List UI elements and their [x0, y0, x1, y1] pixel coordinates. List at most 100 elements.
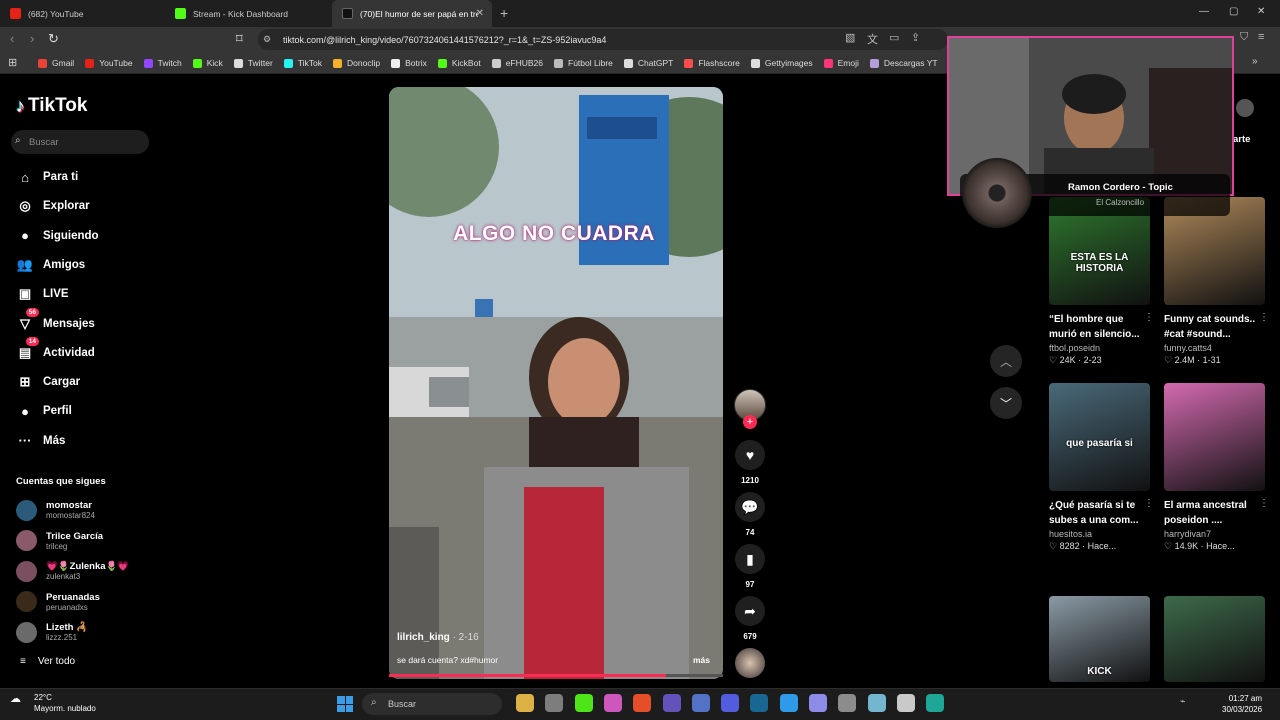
bookmark-icon[interactable]: ▮ — [735, 544, 765, 574]
card-author[interactable]: funny.catts4 — [1164, 343, 1265, 353]
following-account[interactable]: Trilce García trilceg — [16, 528, 103, 554]
video-thumbnail[interactable]: KICK — [1049, 596, 1150, 682]
media-icon[interactable] — [662, 694, 681, 712]
restore-icon[interactable]: ▢ — [1229, 6, 1238, 17]
video-card[interactable] — [1164, 596, 1265, 682]
video-card[interactable]: El arma ancestral poseidon .... harrydiva… — [1164, 383, 1269, 552]
weather-widget[interactable]: ☁ 22°C Mayorm. nublado — [10, 692, 96, 714]
bookmark-page-icon[interactable]: ⌑ — [236, 31, 243, 47]
video-player[interactable] — [389, 87, 723, 679]
following-account[interactable]: momostar momostar824 — [16, 497, 95, 523]
calculator-icon[interactable] — [691, 694, 710, 712]
player-icon[interactable] — [896, 694, 915, 712]
tab-youtube[interactable]: (682) YouTube — [0, 0, 165, 27]
new-tab-button[interactable]: + — [500, 5, 508, 21]
next-video-icon[interactable]: ﹀ — [990, 387, 1022, 419]
following-account[interactable]: Peruanadas peruanadxs — [16, 589, 100, 615]
more-bookmarks-icon[interactable]: » — [1252, 56, 1258, 67]
sidebar-item-cargar[interactable]: ⊞ Cargar — [16, 372, 81, 392]
comment-action[interactable]: 💬 74 — [735, 492, 765, 537]
video-progress-bar[interactable] — [389, 674, 723, 677]
sidebar-item-perfil[interactable]: ● Perfil — [16, 401, 72, 421]
apps-grid-icon[interactable]: ⊞ — [8, 56, 17, 69]
bookmark-item[interactable]: YouTube — [85, 58, 133, 68]
back-icon[interactable]: ‹ — [10, 31, 14, 46]
like-action[interactable]: ♥ 1210 — [735, 440, 765, 485]
card-title[interactable]: “El hombre que murió en silencio... — [1049, 312, 1150, 342]
bookmark-item[interactable]: Emoji — [823, 58, 859, 68]
bookmark-item[interactable]: Descargas YT — [869, 58, 938, 68]
minimize-icon[interactable]: — — [1199, 6, 1209, 17]
brave-icon[interactable] — [633, 694, 652, 712]
bookmark-item[interactable]: Twitter — [233, 58, 273, 68]
card-author[interactable]: ftbol.poseidn — [1049, 343, 1150, 353]
card-author[interactable]: huesitos.ia — [1049, 529, 1150, 539]
tiktok-logo[interactable]: ♪ TikTok — [16, 95, 87, 117]
following-account[interactable]: 💗🌷Zulenka🌷💗 zulenkat3 — [16, 558, 129, 584]
sidebar-item-explorar[interactable]: ◎ Explorar — [16, 196, 89, 216]
bookmark-item[interactable]: eFHUB26 — [491, 58, 543, 68]
reader-icon[interactable]: ▧ — [845, 31, 855, 44]
edge-icon[interactable] — [926, 694, 945, 712]
video-card[interactable]: Funny cat sounds.. #cat #sound... funny.c… — [1164, 197, 1269, 366]
chrome-like-icon[interactable] — [545, 694, 564, 712]
translate-icon[interactable]: 文 — [867, 31, 878, 47]
site-info-icon[interactable]: ⚙ — [263, 34, 271, 45]
video-card[interactable]: que pasaría si ¿Qué pasaría si te subes a… — [1049, 383, 1154, 552]
card-author[interactable]: harrydivan7 — [1164, 529, 1265, 539]
bookmark-item[interactable]: Twitch — [143, 58, 182, 68]
card-more-icon[interactable]: ⋮ — [1259, 498, 1269, 509]
bookmark-item[interactable]: Botrix — [391, 58, 427, 68]
share-icon[interactable]: ⇪ — [911, 31, 920, 44]
sidebar-item-mensajes[interactable]: ▽ 56 Mensajes — [16, 307, 95, 334]
user-avatar[interactable] — [1236, 99, 1254, 117]
sidebar-item-live[interactable]: ▣ LIVE — [16, 284, 69, 304]
close-tab-icon[interactable]: ✕ — [476, 8, 484, 19]
share-arrow-icon[interactable]: ➦ — [735, 596, 765, 626]
video-thumbnail[interactable]: que pasaría si — [1049, 383, 1150, 491]
bookmark-item[interactable]: KickBot — [437, 58, 481, 68]
bookmark-item[interactable]: Gettyimages — [750, 58, 813, 68]
taskbar-search[interactable]: ⌕ Buscar — [362, 693, 502, 715]
menu-icon[interactable]: ≡ — [1258, 31, 1264, 43]
bookmark-item[interactable]: ChatGPT — [623, 58, 673, 68]
more-link[interactable]: más — [693, 655, 710, 665]
start-icon[interactable] — [337, 696, 353, 712]
card-more-icon[interactable]: ⋮ — [1144, 498, 1154, 509]
steam-icon[interactable] — [750, 694, 769, 712]
card-more-icon[interactable]: ⋮ — [1144, 312, 1154, 323]
bookmark-item[interactable]: Flashscore — [684, 58, 740, 68]
heart-icon[interactable]: ♥ — [735, 440, 765, 470]
card-title[interactable]: El arma ancestral poseidon .... — [1164, 498, 1265, 528]
sidebar-item-amigos[interactable]: 👥 Amigos — [16, 255, 85, 275]
video-thumbnail[interactable] — [1164, 383, 1265, 491]
video-card[interactable]: ESTA ES LA HISTORIA “El hombre que murió … — [1049, 197, 1154, 366]
bookmark-item[interactable]: TikTok — [283, 58, 322, 68]
sidebar-item-actividad[interactable]: ▤ 14 Actividad — [16, 336, 95, 363]
photoshop-icon[interactable] — [779, 694, 798, 712]
card-title[interactable]: ¿Qué pasaría si te subes a una com... — [1049, 498, 1150, 528]
reload-icon[interactable]: ↻ — [48, 31, 59, 47]
app-icon[interactable] — [603, 694, 622, 712]
video-thumbnail[interactable] — [1164, 596, 1265, 682]
search-input[interactable]: ⌕ Buscar — [11, 130, 149, 154]
following-account[interactable]: Lizeth 🦂 lizzz.251 — [16, 619, 88, 645]
forward-icon[interactable]: › — [30, 31, 34, 46]
bookmark-item[interactable]: Gmail — [38, 58, 74, 68]
close-window-icon[interactable]: ✕ — [1257, 6, 1265, 17]
save-action[interactable]: ▮ 97 — [735, 544, 765, 589]
tab-kick-dashboard[interactable]: Stream - Kick Dashboard — [165, 0, 330, 27]
tab-tiktok-active[interactable]: (70)El humor de ser papá en tre ✕ — [332, 0, 492, 27]
card-more-icon[interactable]: ⋮ — [1259, 312, 1269, 323]
notepad-icon[interactable] — [867, 694, 886, 712]
clock[interactable]: 01:27 am 30/03/2026 — [1222, 693, 1262, 715]
comment-icon[interactable]: 💬 — [735, 492, 765, 522]
video-card[interactable]: KICK — [1049, 596, 1150, 682]
bookmark-item[interactable]: Kick — [192, 58, 223, 68]
bookmark-item[interactable]: Fútbol Libre — [554, 58, 613, 68]
settings-icon[interactable] — [838, 694, 857, 712]
shield-icon[interactable]: ⛉ — [1240, 31, 1248, 44]
video-author[interactable]: lilrich_king · 2-16 — [397, 632, 479, 643]
card-title[interactable]: Funny cat sounds.. #cat #sound... — [1164, 312, 1265, 342]
share-action[interactable]: ➦ 679 — [735, 596, 765, 641]
